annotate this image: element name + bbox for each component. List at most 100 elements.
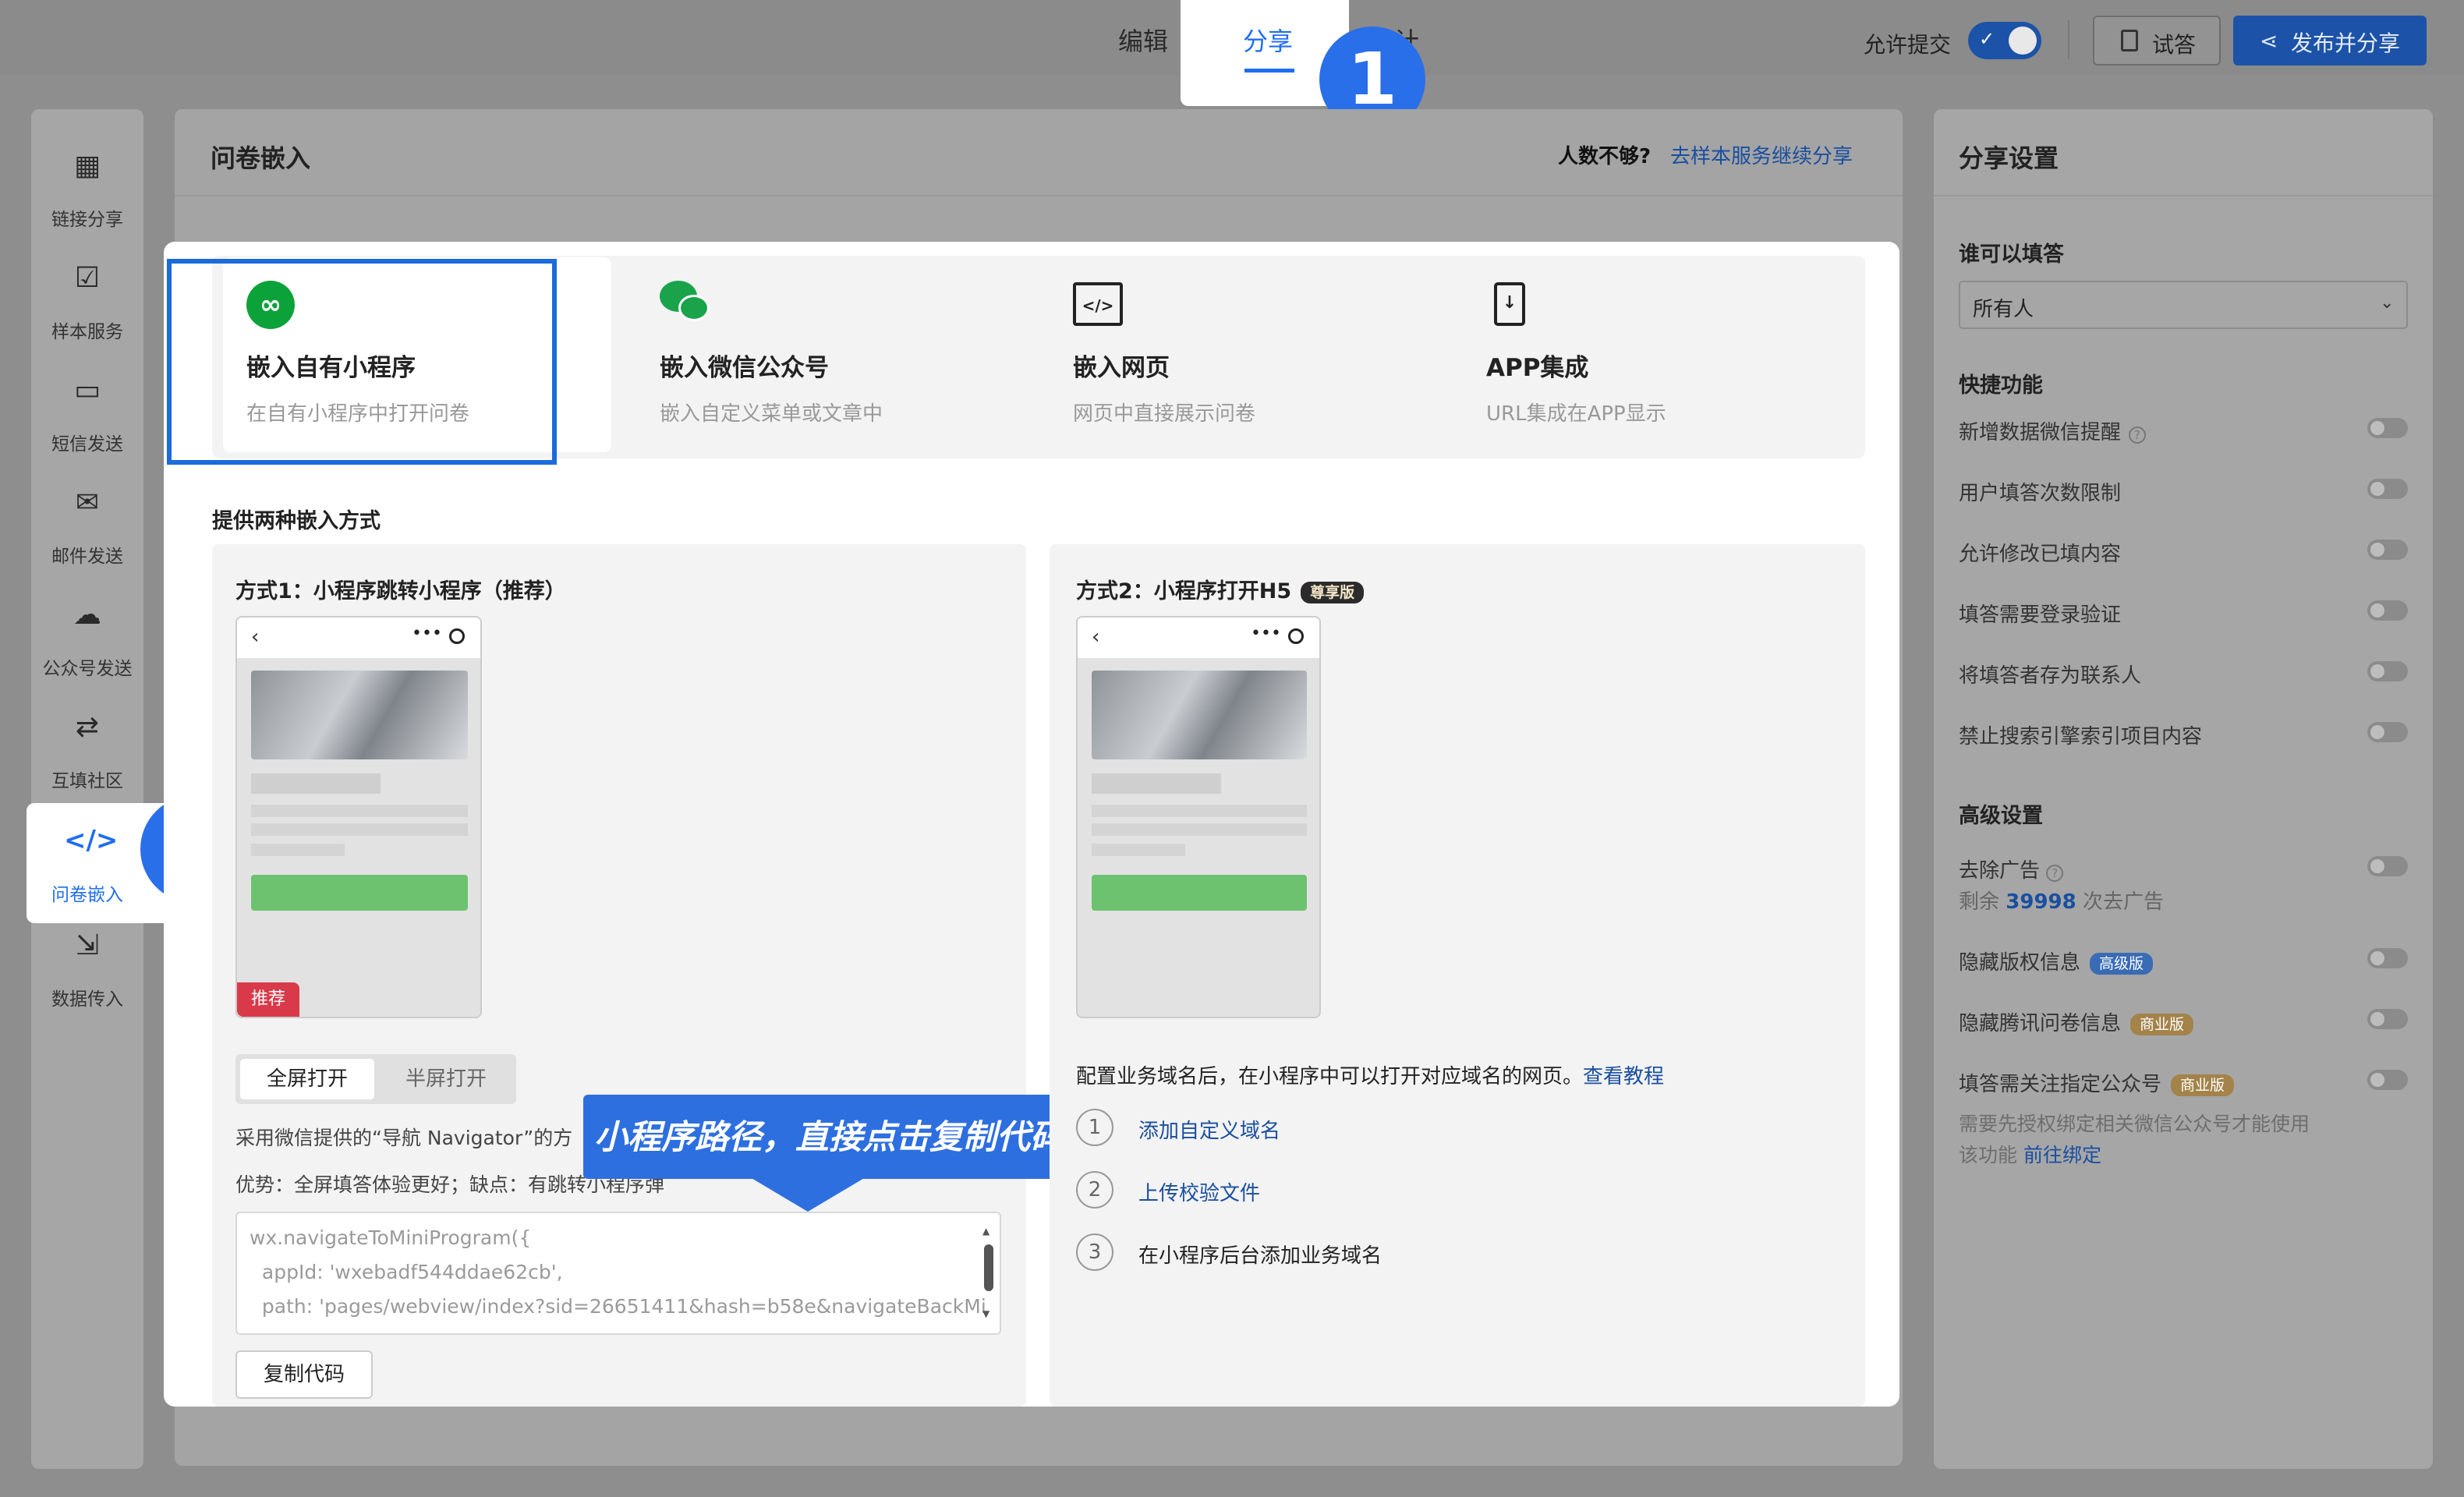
follow-desc-2: 该功能 前往绑定 — [1959, 1144, 2101, 1166]
mini-program-icon: ∞ — [246, 281, 295, 329]
step-number: 3 — [1076, 1233, 1113, 1271]
step-share[interactable]: 分享 — [1243, 22, 1293, 58]
recommend-tag: 推荐 — [237, 982, 299, 1017]
tab-desc: 在自有小程序中打开问卷 — [246, 402, 470, 426]
quick-setting-label: 允许修改已填内容 — [1959, 543, 2122, 566]
sidebar-item-2[interactable]: ▭ 短信发送 — [31, 370, 143, 455]
quick-setting-label: 新增数据微信提醒? — [1959, 416, 2147, 445]
quick-setting-toggle[interactable] — [2367, 661, 2408, 681]
hide-tencent-toggle[interactable] — [2367, 1009, 2408, 1029]
import-icon: ⇲ — [75, 929, 100, 961]
exchange-icon: ⇄ — [75, 711, 100, 743]
quick-setting-toggle[interactable] — [2367, 540, 2408, 560]
not-enough-label: 人数不够? — [1558, 145, 1652, 168]
full-open-button[interactable]: 全屏打开 — [240, 1059, 374, 1099]
method1-title: 方式1：小程序跳转小程序（推荐） — [235, 579, 566, 603]
sidebar-item-label: 公众号发送 — [42, 659, 133, 679]
go-sample-link[interactable]: 去样本服务继续分享 — [1670, 140, 1853, 169]
more-icon: ••• — [1251, 624, 1281, 643]
try-label: 试答 — [2152, 32, 2197, 58]
remove-ads-label: 去除广告 ? — [1959, 855, 2064, 883]
doc-icon — [2121, 30, 2138, 51]
tutorial-link[interactable]: 查看教程 — [1583, 1065, 1664, 1088]
banner-image — [251, 671, 468, 759]
remove-ads-toggle[interactable] — [2367, 856, 2408, 876]
who-label: 谁可以填答 — [1959, 242, 2064, 267]
tab-desc: URL集成在APP显示 — [1486, 402, 1666, 426]
step-link[interactable]: 添加自定义域名 — [1138, 1115, 1280, 1144]
premium-badge: 尊享版 — [1301, 581, 1365, 603]
sidebar-item-label: 链接分享 — [51, 210, 123, 230]
quick-setting-label: 禁止搜索引擎索引项目内容 — [1959, 725, 2203, 748]
tab-desc: 网页中直接展示问卷 — [1073, 402, 1256, 426]
chart-check-icon: ☑ — [74, 262, 101, 294]
step-number: 2 — [1076, 1171, 1113, 1209]
sidebar-item-3[interactable]: ✉ 邮件发送 — [31, 482, 143, 568]
quick-setting-toggle[interactable] — [2367, 722, 2408, 742]
code-textarea[interactable]: wx.navigateToMiniProgram({ appId: 'wxeba… — [235, 1212, 1001, 1335]
allow-submit-toggle[interactable]: ✓ — [1968, 22, 2041, 59]
sidebar-item-embed[interactable]: </> 问卷嵌入 — [31, 811, 143, 912]
sidebar-item-label: 样本服务 — [51, 322, 123, 342]
close-icon — [1288, 628, 1304, 644]
sidebar-item-5[interactable]: ⇄ 互填社区 — [31, 706, 143, 792]
tab-title: 嵌入微信公众号 — [660, 354, 829, 382]
banner-image — [1092, 671, 1307, 759]
quick-setting-label: 将填答者存为联系人 — [1959, 664, 2142, 688]
allow-submit-label: 允许提交 — [1864, 32, 1952, 58]
hide-copyright-label: 隐藏版权信息 高级版 — [1959, 947, 2154, 975]
submit-bar — [1092, 875, 1307, 911]
try-button[interactable]: 试答 — [2093, 16, 2221, 65]
active-step-underline — [1244, 69, 1294, 73]
scrollbar[interactable]: ▲ ▼ — [982, 1226, 993, 1321]
advanced-badge: 高级版 — [2090, 952, 2154, 975]
back-icon: ‹ — [251, 625, 260, 649]
copy-code-button[interactable]: 复制代码 — [235, 1350, 373, 1399]
code-icon: </> — [64, 825, 119, 856]
mail-icon: ✉ — [75, 487, 100, 518]
help-icon: ? — [2046, 865, 2064, 882]
sms-icon: ▭ — [73, 374, 101, 406]
tab-title: 嵌入自有小程序 — [246, 354, 416, 382]
sidebar-item-1[interactable]: ☑ 样本服务 — [31, 257, 143, 343]
quick-setting-toggle[interactable] — [2367, 479, 2408, 499]
hide-tencent-label: 隐藏腾讯问卷信息 商业版 — [1959, 1007, 2194, 1036]
app-icon: ↓ — [1494, 282, 1525, 326]
sidebar-item-0[interactable]: ▦ 链接分享 — [31, 145, 143, 231]
main-header-divider — [175, 195, 1903, 196]
webpage-code-icon: </> — [1073, 282, 1123, 326]
share-settings-title: 分享设置 — [1959, 143, 2059, 173]
follow-account-toggle[interactable] — [2367, 1070, 2408, 1090]
tab-title: APP集成 — [1486, 354, 1589, 382]
copy-tooltip: 小程序路径，直接点击复制代码 — [583, 1095, 1118, 1179]
half-open-button[interactable]: 半屏打开 — [379, 1059, 513, 1099]
quick-setting-toggle[interactable] — [2367, 418, 2408, 438]
step-edit[interactable]: 编辑 — [1118, 22, 1168, 58]
step-link[interactable]: 上传校验文件 — [1138, 1177, 1260, 1206]
sidebar-item-4[interactable]: ☁ 公众号发送 — [31, 594, 143, 680]
step-number: 1 — [1076, 1109, 1113, 1146]
close-icon — [449, 628, 465, 644]
method1-desc: 采用微信提供的“导航 Navigator”的方 — [235, 1127, 573, 1149]
share-icon: ⋖ — [2260, 28, 2278, 54]
phone-preview: ‹ ••• — [235, 616, 482, 1018]
follow-account-label: 填答需关注指定公众号 商业版 — [1959, 1068, 2235, 1097]
quick-setting-label: 用户填答次数限制 — [1959, 482, 2122, 505]
advanced-label: 高级设置 — [1959, 804, 2043, 828]
method2-title: 方式2：小程序打开H5 尊享版 — [1076, 574, 1365, 604]
sidebar-item-label: 数据传入 — [51, 989, 123, 1010]
quick-setting-toggle[interactable] — [2367, 600, 2408, 621]
tooltip-arrow — [750, 1177, 866, 1212]
main-title: 问卷嵌入 — [211, 143, 311, 173]
bind-link[interactable]: 前往绑定 — [2023, 1144, 2101, 1166]
hide-copyright-toggle[interactable] — [2367, 948, 2408, 968]
who-select[interactable]: 所有人 ⌄ — [1959, 281, 2408, 329]
business-badge: 商业版 — [2130, 1013, 2194, 1035]
quick-label: 快捷功能 — [1959, 373, 2043, 398]
publish-share-button[interactable]: ⋖ 发布并分享 — [2233, 16, 2427, 65]
sidebar-item-label: 邮件发送 — [51, 547, 123, 567]
wechat-icon: ☁ — [73, 599, 101, 631]
qr-code-icon: ▦ — [73, 150, 101, 182]
sidebar-item-label: 问卷嵌入 — [51, 885, 123, 905]
sidebar-item-7[interactable]: ⇲ 数据传入 — [31, 925, 143, 1010]
